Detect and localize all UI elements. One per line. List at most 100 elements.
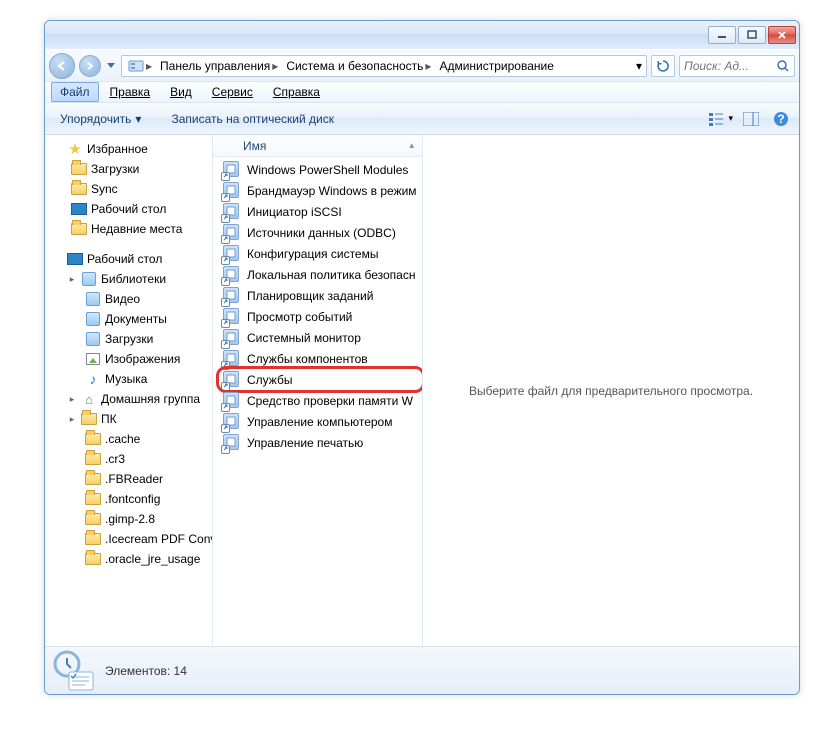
file-name: Просмотр событий: [247, 310, 352, 324]
navigation-tree[interactable]: ★ИзбранноеЗагрузкиSyncРабочий столНедавн…: [45, 135, 213, 646]
menu-справка[interactable]: Справка: [264, 82, 329, 102]
back-button[interactable]: [49, 53, 75, 79]
help-icon: ?: [773, 111, 789, 127]
forward-button[interactable]: [79, 55, 101, 77]
file-list-body[interactable]: Windows PowerShell Modules Брандмауэр Win…: [213, 157, 422, 646]
status-icon: [53, 650, 95, 692]
control-panel-icon: [128, 58, 144, 74]
view-options-button[interactable]: ▾: [709, 107, 733, 131]
tree-libraries[interactable]: ▸Библиотеки: [47, 269, 212, 289]
minimize-button[interactable]: [708, 26, 736, 44]
maximize-button[interactable]: [738, 26, 766, 44]
tree-pc-item[interactable]: .FBReader: [47, 469, 212, 489]
file-list-item[interactable]: Службы: [219, 369, 422, 390]
shortcut-icon: [223, 434, 241, 452]
view-icon: [709, 112, 726, 126]
tree-lib-item[interactable]: ♪Музыка: [47, 369, 212, 389]
breadcrumb-root-icon[interactable]: ▸: [124, 56, 156, 76]
file-list-item[interactable]: Системный монитор: [219, 327, 422, 348]
file-list-item[interactable]: Локальная политика безопасн: [219, 264, 422, 285]
shortcut-icon: [223, 224, 241, 242]
preview-pane-icon: [743, 112, 759, 126]
breadcrumb-seg-1[interactable]: Система и безопасность▸: [282, 56, 435, 76]
file-list-item[interactable]: Планировщик заданий: [219, 285, 422, 306]
file-name: Службы: [247, 373, 292, 387]
tree-homegroup[interactable]: ▸⌂Домашняя группа: [47, 389, 212, 409]
file-list-item[interactable]: Управление печатью: [219, 432, 422, 453]
explorer-window: ▸ Панель управления▸ Система и безопасно…: [44, 20, 800, 695]
file-list-item[interactable]: Windows PowerShell Modules: [219, 159, 422, 180]
svg-text:?: ?: [777, 112, 784, 126]
refresh-icon: [656, 59, 670, 73]
nav-history-dropdown[interactable]: [105, 56, 117, 76]
tree-lib-item[interactable]: Загрузки: [47, 329, 212, 349]
menu-правка[interactable]: Правка: [101, 82, 160, 102]
help-button[interactable]: ?: [769, 107, 793, 131]
preview-pane-button[interactable]: [739, 107, 763, 131]
breadcrumb-label: Система и безопасность: [286, 59, 423, 73]
shortcut-icon: [223, 350, 241, 368]
file-name: Средство проверки памяти W: [247, 394, 413, 408]
file-name: Управление компьютером: [247, 415, 392, 429]
tree-pc[interactable]: ▸ПК: [47, 409, 212, 429]
menubar: ФайлПравкаВидСервисСправка: [45, 81, 799, 103]
tree-fav-item[interactable]: Sync: [47, 179, 212, 199]
breadcrumb-label: Администрирование: [439, 59, 553, 73]
tree-lib-item[interactable]: Изображения: [47, 349, 212, 369]
file-name: Локальная политика безопасн: [247, 268, 415, 282]
tree-fav-item[interactable]: Недавние места: [47, 219, 212, 239]
shortcut-icon: [223, 161, 241, 179]
file-name: Управление печатью: [247, 436, 363, 450]
file-list-item[interactable]: Инициатор iSCSI: [219, 201, 422, 222]
breadcrumb-label: Панель управления: [160, 59, 270, 73]
file-name: Windows PowerShell Modules: [247, 163, 408, 177]
file-list-item[interactable]: Средство проверки памяти W: [219, 390, 422, 411]
close-button[interactable]: [768, 26, 796, 44]
tree-pc-item[interactable]: .cache: [47, 429, 212, 449]
chevron-down-icon[interactable]: ▾: [636, 59, 642, 73]
file-name: Брандмауэр Windows в режим: [247, 184, 417, 198]
tree-fav-item[interactable]: Рабочий стол: [47, 199, 212, 219]
menu-сервис[interactable]: Сервис: [203, 82, 262, 102]
tree-fav-item[interactable]: Загрузки: [47, 159, 212, 179]
chevron-down-icon: ▾: [728, 113, 733, 124]
file-list-item[interactable]: Просмотр событий: [219, 306, 422, 327]
tree-lib-item[interactable]: Видео: [47, 289, 212, 309]
tree-favorites[interactable]: ★Избранное: [47, 139, 212, 159]
file-list-item[interactable]: Конфигурация системы: [219, 243, 422, 264]
file-list-item[interactable]: Источники данных (ODBC): [219, 222, 422, 243]
chevron-down-icon: ▾: [135, 112, 141, 126]
sort-indicator-icon: ▴: [409, 140, 414, 151]
breadcrumb-seg-2[interactable]: Администрирование: [435, 56, 557, 76]
shortcut-icon: [223, 287, 241, 305]
organize-button[interactable]: Упорядочить▾: [51, 107, 150, 131]
breadcrumb[interactable]: ▸ Панель управления▸ Система и безопасно…: [121, 55, 647, 77]
menu-вид[interactable]: Вид: [161, 82, 201, 102]
tree-pc-item[interactable]: .Icecream PDF Conver: [47, 529, 212, 549]
preview-pane: Выберите файл для предварительного просм…: [423, 135, 799, 646]
burn-button[interactable]: Записать на оптический диск: [162, 107, 343, 131]
chevron-right-icon: ▸: [146, 59, 152, 73]
column-header-name[interactable]: Имя ▴: [213, 135, 422, 157]
tree-pc-item[interactable]: .cr3: [47, 449, 212, 469]
tree-lib-item[interactable]: Документы: [47, 309, 212, 329]
tree-pc-item[interactable]: .oracle_jre_usage: [47, 549, 212, 569]
content-area: ★ИзбранноеЗагрузкиSyncРабочий столНедавн…: [45, 135, 799, 646]
search-box[interactable]: [679, 55, 795, 77]
tree-pc-item[interactable]: .fontconfig: [47, 489, 212, 509]
file-list-item[interactable]: Управление компьютером: [219, 411, 422, 432]
breadcrumb-seg-0[interactable]: Панель управления▸: [156, 56, 282, 76]
file-list-item[interactable]: Службы компонентов: [219, 348, 422, 369]
refresh-button[interactable]: [651, 55, 675, 77]
shortcut-icon: [223, 245, 241, 263]
search-input[interactable]: [684, 59, 776, 73]
file-name: Системный монитор: [247, 331, 361, 345]
menu-файл[interactable]: Файл: [51, 82, 99, 102]
tree-desktop[interactable]: Рабочий стол: [47, 249, 212, 269]
chevron-right-icon: ▸: [272, 59, 278, 73]
file-list-item[interactable]: Брандмауэр Windows в режим: [219, 180, 422, 201]
search-icon: [776, 59, 790, 73]
file-list-pane: Имя ▴ Windows PowerShell Modules Брандмау…: [213, 135, 423, 646]
tree-pc-item[interactable]: .gimp-2.8: [47, 509, 212, 529]
file-name: Источники данных (ODBC): [247, 226, 396, 240]
